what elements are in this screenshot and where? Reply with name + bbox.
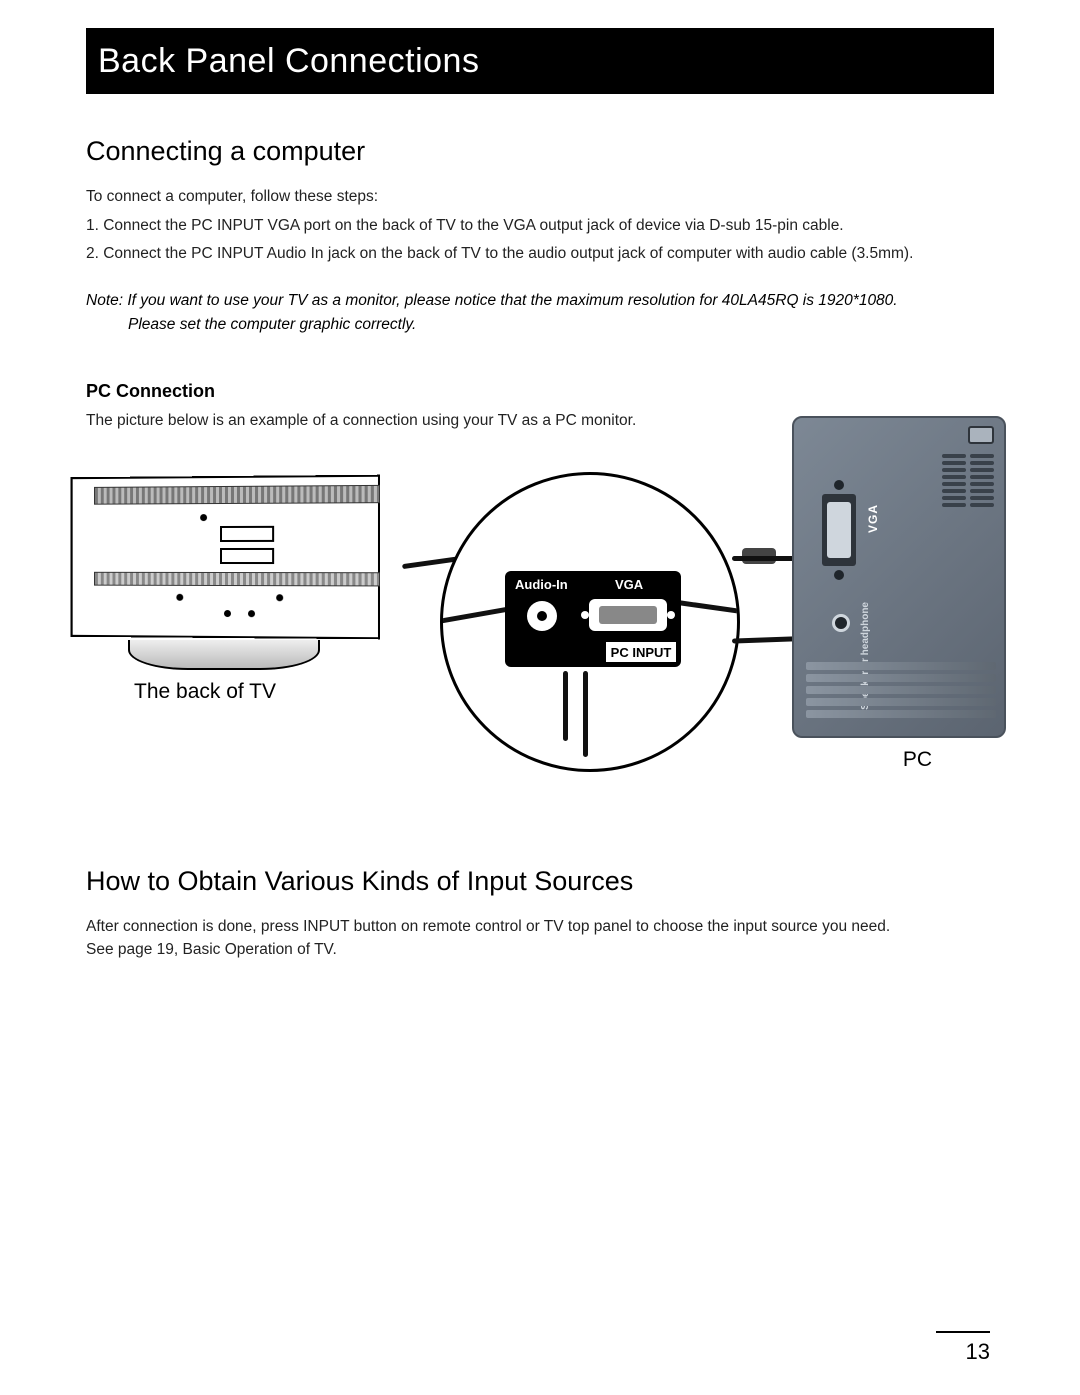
section-heading-input-sources: How to Obtain Various Kinds of Input Sou… <box>86 866 994 897</box>
note-line-2: Please set the computer graphic correctl… <box>86 313 994 337</box>
pc-power-icon <box>968 426 994 444</box>
section-input-sources: How to Obtain Various Kinds of Input Sou… <box>86 866 994 962</box>
page-title: Back Panel Connections <box>98 42 479 81</box>
cable-segment <box>673 599 740 615</box>
tv-frame <box>71 475 380 640</box>
vga-port-icon <box>589 599 667 631</box>
pc-audio-jack-icon <box>832 614 850 632</box>
subsection-heading-pc-connection: PC Connection <box>86 381 994 402</box>
page-number: 13 <box>966 1339 990 1365</box>
page-title-banner: Back Panel Connections <box>86 28 994 94</box>
pc-vga-port-icon <box>822 494 856 566</box>
tv-mid-port-strip <box>94 572 380 587</box>
pc-vga-label: VGA <box>866 504 880 533</box>
tv-back-illustration: The back of TV <box>56 474 396 684</box>
input-sources-body-2: See page 19, Basic Operation of TV. <box>86 938 994 961</box>
cable-segment <box>440 606 511 624</box>
audio-in-label: Audio-In <box>515 577 568 592</box>
tv-back-label: The back of TV <box>134 680 276 704</box>
intro-text: To connect a computer, follow these step… <box>86 185 994 208</box>
tv-slot <box>220 548 274 564</box>
audio-in-jack-icon <box>527 601 557 631</box>
tv-stand <box>128 640 320 670</box>
section-heading-connecting: Connecting a computer <box>86 136 994 167</box>
pc-label: PC <box>903 748 932 772</box>
screw-icon <box>834 480 844 490</box>
connection-diagram: The back of TV Audio-In VGA PC INPUT <box>86 436 994 766</box>
cable-segment <box>563 671 568 741</box>
screw-icon <box>581 611 589 619</box>
cable-segment <box>583 671 588 757</box>
pc-input-panel: Audio-In VGA PC INPUT <box>505 571 681 667</box>
manual-page: Back Panel Connections Connecting a comp… <box>0 0 1080 1395</box>
note-block: Note: If you want to use your TV as a mo… <box>86 289 994 337</box>
tv-slot <box>220 526 274 542</box>
page-number-rule <box>936 1331 990 1333</box>
screw-icon <box>834 570 844 580</box>
note-line-1: Note: If you want to use your TV as a mo… <box>86 289 994 313</box>
input-sources-body-1: After connection is done, press INPUT bu… <box>86 915 994 938</box>
pc-expansion-slots <box>806 662 996 722</box>
tv-top-port-strip <box>94 485 380 505</box>
pc-tower-illustration: VGA Speaker or headphone <box>792 416 1006 738</box>
vga-label: VGA <box>615 577 643 592</box>
tv-screw-dots <box>73 477 378 479</box>
step-2: 2. Connect the PC INPUT Audio In jack on… <box>86 242 994 265</box>
step-1: 1. Connect the PC INPUT VGA port on the … <box>86 214 994 237</box>
pc-vents <box>942 454 994 518</box>
screw-icon <box>667 611 675 619</box>
zoom-circle: Audio-In VGA PC INPUT <box>440 472 740 772</box>
steps-list: 1. Connect the PC INPUT VGA port on the … <box>86 214 994 265</box>
pc-input-label: PC INPUT <box>605 641 677 663</box>
